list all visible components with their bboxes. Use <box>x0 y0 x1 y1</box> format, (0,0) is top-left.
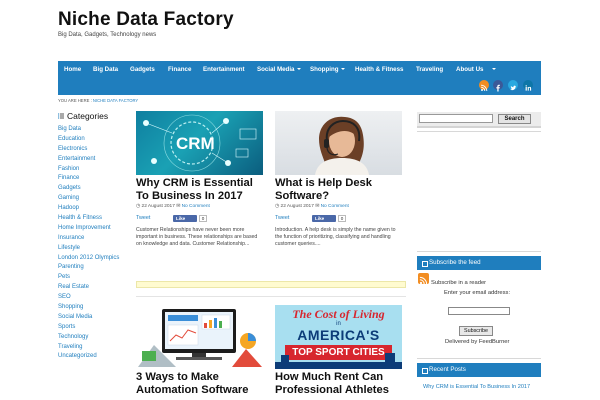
recent-heading-text: Recent Posts <box>429 366 466 373</box>
category-shopping[interactable]: Shopping <box>58 303 130 313</box>
post-title-automation[interactable]: 3 Ways to Make Automation Software <box>136 371 266 397</box>
post-thumbnail-automation[interactable] <box>136 305 263 369</box>
clock-icon: ◷ <box>136 204 141 209</box>
rss-icon[interactable] <box>479 80 489 92</box>
sidebar-divider <box>417 251 541 252</box>
category-hadoop[interactable]: Hadoop <box>58 204 130 214</box>
post-title-help-desk[interactable]: What is Help Desk Software? <box>275 177 405 203</box>
like-label: Like <box>176 216 186 221</box>
post-title-crm[interactable]: Why CRM is Essential To Business In 2017 <box>136 177 266 203</box>
category-pets[interactable]: Pets <box>58 273 130 283</box>
category-finance[interactable]: Finance <box>58 174 130 184</box>
twitter-icon[interactable] <box>508 80 518 91</box>
category-parenting[interactable]: Parenting <box>58 263 130 273</box>
clock-icon: ◷ <box>275 204 280 209</box>
tweet-button[interactable]: Tweet <box>136 215 150 221</box>
search-button[interactable]: Search <box>498 114 531 124</box>
recent-posts-heading: Recent Posts <box>417 363 541 377</box>
breadcrumb-prefix: YOU ARE HERE : <box>58 98 92 103</box>
nav-item-social-media[interactable]: Social Media <box>257 66 294 73</box>
nav-item-finance[interactable]: Finance <box>168 66 191 73</box>
post-comments-link[interactable]: No Comment <box>182 204 210 209</box>
category-social-media[interactable]: Social Media <box>58 313 130 323</box>
like-label: Like <box>315 216 325 221</box>
categories-heading: Categories <box>58 111 108 121</box>
comment-icon: ✉ <box>176 204 181 209</box>
crm-thumb-text: CRM <box>176 134 215 153</box>
category-list: Big Data Education Electronics Entertain… <box>58 125 130 362</box>
nav-item-entertainment[interactable]: Entertainment <box>203 66 245 73</box>
category-technology[interactable]: Technology <box>58 333 130 343</box>
breadcrumb: YOU ARE HERE : NICHE DATA FACTORY <box>58 98 138 103</box>
category-fashion[interactable]: Fashion <box>58 165 130 175</box>
nav-item-traveling[interactable]: Traveling <box>416 66 443 73</box>
subscribe-button[interactable]: Subscribe <box>459 326 493 336</box>
post-excerpt-crm: Customer Relationships have never been m… <box>136 227 258 248</box>
facebook-like-button[interactable]: Like <box>173 215 197 222</box>
subscribe-reader-link[interactable]: Subscribe in a reader <box>431 280 486 286</box>
post-excerpt-help-desk: Introduction. A help desk is simply the … <box>275 227 396 248</box>
category-gadgets[interactable]: Gadgets <box>58 184 130 194</box>
comment-icon: ✉ <box>315 204 320 209</box>
nav-item-about-us[interactable]: About Us <box>456 66 484 73</box>
site-tagline: Big Data, Gadgets, Technology news <box>58 32 157 38</box>
category-traveling[interactable]: Traveling <box>58 343 130 353</box>
facebook-icon[interactable] <box>493 80 503 92</box>
post-date: 22 August 2017 <box>141 204 175 209</box>
category-gaming[interactable]: Gaming <box>58 194 130 204</box>
sidebar-divider <box>417 131 541 132</box>
nav-item-gadgets[interactable]: Gadgets <box>130 66 155 73</box>
recent-post-link[interactable]: Why CRM is Essential To Business In 2017 <box>423 383 533 391</box>
categories-heading-text: Categories <box>67 111 109 121</box>
search-input[interactable] <box>419 114 493 123</box>
ad-banner[interactable] <box>136 281 406 288</box>
content-divider <box>136 296 406 297</box>
like-count: 0 <box>199 215 207 222</box>
post-date: 22 August 2017 <box>280 204 314 209</box>
nav-item-shopping[interactable]: Shopping <box>310 66 339 73</box>
category-seo[interactable]: SEO <box>58 293 130 303</box>
category-sports[interactable]: Sports <box>58 323 130 333</box>
rss-feed-icon[interactable] <box>418 273 429 285</box>
linkedin-icon[interactable] <box>523 80 533 91</box>
category-uncategorized[interactable]: Uncategorized <box>58 352 130 362</box>
feedburner-credit: Delivered by FeedBurner <box>445 339 510 345</box>
category-education[interactable]: Education <box>58 135 130 145</box>
post-title-sports-cities[interactable]: How Much Rent Can Professional Athletes <box>275 371 405 397</box>
like-count: 0 <box>338 215 346 222</box>
post-thumbnail-crm[interactable]: CRM <box>136 111 263 175</box>
category-health-fitness[interactable]: Health & Fitness <box>58 214 130 224</box>
chevron-down-icon <box>341 68 345 70</box>
chevron-down-icon <box>297 68 301 70</box>
category-lifestyle[interactable]: Lifestyle <box>58 244 130 254</box>
category-insurance[interactable]: Insurance <box>58 234 130 244</box>
breadcrumb-current[interactable]: NICHE DATA FACTORY <box>93 98 138 103</box>
sidebar-divider <box>417 358 541 359</box>
post-comments-link[interactable]: No Comment <box>321 204 349 209</box>
post-thumbnail-sports-cities[interactable]: The Cost of Living in AMERICA'S TOP SPOR… <box>275 305 402 369</box>
subscribe-heading-text: Subscribe the feed <box>429 259 481 266</box>
main-nav: Home Big Data Gadgets Finance Entertainm… <box>58 61 541 95</box>
category-big-data[interactable]: Big Data <box>58 125 130 135</box>
post-meta-help-desk: ◷ 22 August 2017 ✉ No Comment <box>275 204 349 209</box>
category-london-2012-olympics[interactable]: London 2012 Olympics <box>58 254 130 264</box>
facebook-like-button[interactable]: Like <box>312 215 336 222</box>
category-electronics[interactable]: Electronics <box>58 145 130 155</box>
subscribe-widget-heading: Subscribe the feed <box>417 256 541 270</box>
site-title[interactable]: Niche Data Factory <box>58 9 234 31</box>
post-meta-crm: ◷ 22 August 2017 ✉ No Comment <box>136 204 210 209</box>
chevron-down-icon <box>492 68 496 70</box>
nav-item-big-data[interactable]: Big Data <box>93 66 118 73</box>
nav-item-home[interactable]: Home <box>64 66 81 73</box>
category-entertainment[interactable]: Entertainment <box>58 155 130 165</box>
category-real-estate[interactable]: Real Estate <box>58 283 130 293</box>
tweet-button[interactable]: Tweet <box>275 215 289 221</box>
email-label: Enter your email address: <box>444 290 511 296</box>
post-thumbnail-help-desk[interactable] <box>275 111 402 175</box>
category-home-improvement[interactable]: Home Improvement <box>58 224 130 234</box>
nav-item-health-fitness[interactable]: Health & Fitness <box>355 66 403 73</box>
email-field[interactable] <box>448 307 510 315</box>
